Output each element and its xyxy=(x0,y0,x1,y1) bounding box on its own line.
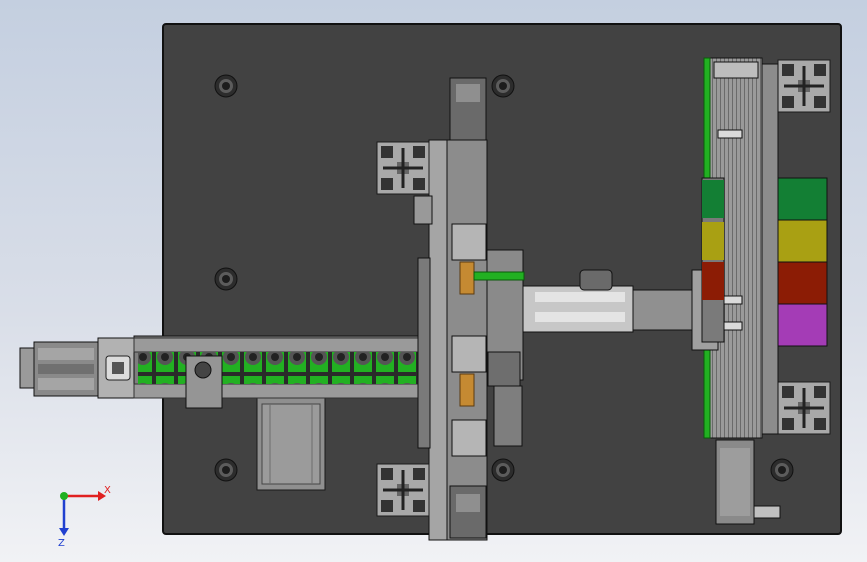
x-axis-label: X xyxy=(104,485,111,496)
y-axis-dot xyxy=(60,492,68,500)
stepper-motor xyxy=(256,397,326,491)
z-axis-label: Z xyxy=(58,538,65,549)
belt-drive-motor xyxy=(19,337,137,399)
bin-purple xyxy=(777,303,828,347)
view-orientation-triad: X Z xyxy=(58,485,111,549)
conveyor-belt xyxy=(133,335,431,409)
bin-yellow xyxy=(777,219,828,263)
cad-assembly-drawing: X Z xyxy=(19,23,842,549)
bin-green xyxy=(777,177,828,221)
bin-red xyxy=(777,261,828,305)
